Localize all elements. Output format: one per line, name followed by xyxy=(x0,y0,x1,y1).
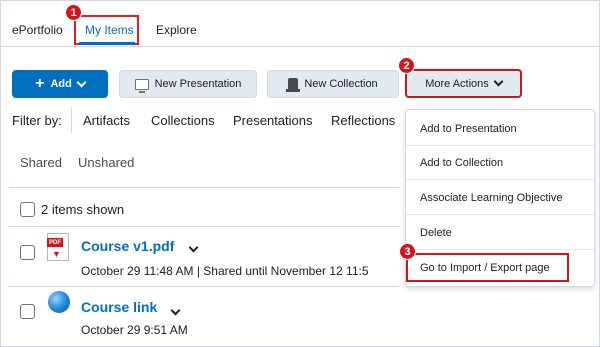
item-title-link[interactable]: Course link xyxy=(81,299,157,315)
chevron-down-icon xyxy=(76,77,87,87)
menu-delete[interactable]: Delete xyxy=(420,227,452,239)
nav-eportfolio[interactable]: ePortfolio xyxy=(12,23,63,37)
top-nav: ePortfolio My Items Explore xyxy=(1,1,599,47)
globe-icon xyxy=(48,291,70,313)
new-presentation-label: New Presentation xyxy=(154,78,242,90)
collection-icon xyxy=(286,78,301,92)
pdf-badge: PDF xyxy=(47,238,63,247)
item-menu-chevron[interactable] xyxy=(188,238,199,256)
menu-divider xyxy=(406,249,594,250)
filter-artifacts[interactable]: Artifacts xyxy=(83,113,130,128)
presentation-icon xyxy=(134,78,149,93)
add-button[interactable]: + Add xyxy=(12,70,108,98)
menu-associate-learning-objective[interactable]: Associate Learning Objective xyxy=(420,192,562,204)
list-divider xyxy=(9,187,399,188)
item-meta: October 29 11:48 AM | Shared until Novem… xyxy=(81,264,369,278)
tab-shared[interactable]: Shared xyxy=(20,155,62,170)
item-menu-chevron[interactable] xyxy=(170,301,181,319)
filter-collections[interactable]: Collections xyxy=(151,113,215,128)
list-divider xyxy=(9,286,399,287)
list-divider xyxy=(9,226,399,227)
item-title-link[interactable]: Course v1.pdf xyxy=(81,238,174,254)
select-all-checkbox[interactable] xyxy=(20,202,35,217)
menu-add-to-presentation[interactable]: Add to Presentation xyxy=(420,123,517,135)
item-checkbox[interactable] xyxy=(20,245,35,260)
plus-icon: + xyxy=(35,75,45,92)
step-badge-3: 3 xyxy=(399,243,416,260)
filter-label: Filter by: xyxy=(12,113,62,128)
nav-explore[interactable]: Explore xyxy=(156,23,197,37)
tab-unshared[interactable]: Unshared xyxy=(78,155,134,170)
chevron-down-icon xyxy=(493,76,504,87)
step-badge-1: 1 xyxy=(65,4,82,21)
new-collection-label: New Collection xyxy=(304,78,378,90)
menu-go-to-import-export[interactable]: Go to Import / Export page xyxy=(420,262,550,274)
menu-add-to-collection[interactable]: Add to Collection xyxy=(420,157,503,169)
menu-divider xyxy=(406,214,594,215)
step-badge-2: 2 xyxy=(398,57,415,74)
more-actions-label: More Actions xyxy=(425,77,489,90)
filter-reflections[interactable]: Reflections xyxy=(331,113,395,128)
active-tab-indicator xyxy=(79,42,135,45)
filter-presentations[interactable]: Presentations xyxy=(233,113,313,128)
download-arrow-icon: ▼ xyxy=(52,249,61,259)
new-presentation-button[interactable]: New Presentation xyxy=(119,70,257,98)
add-button-label: Add xyxy=(50,78,72,90)
items-count: 2 items shown xyxy=(41,202,125,217)
more-actions-button[interactable]: More Actions xyxy=(405,69,522,98)
item-checkbox[interactable] xyxy=(20,304,35,319)
item-meta: October 29 9:51 AM xyxy=(81,323,188,337)
new-collection-button[interactable]: New Collection xyxy=(267,70,399,98)
menu-divider xyxy=(406,145,594,146)
menu-divider xyxy=(406,179,594,180)
nav-my-items[interactable]: My Items xyxy=(85,23,134,37)
filter-divider xyxy=(71,107,72,133)
eportfolio-window: ePortfolio My Items Explore 1 + Add New … xyxy=(0,0,600,347)
